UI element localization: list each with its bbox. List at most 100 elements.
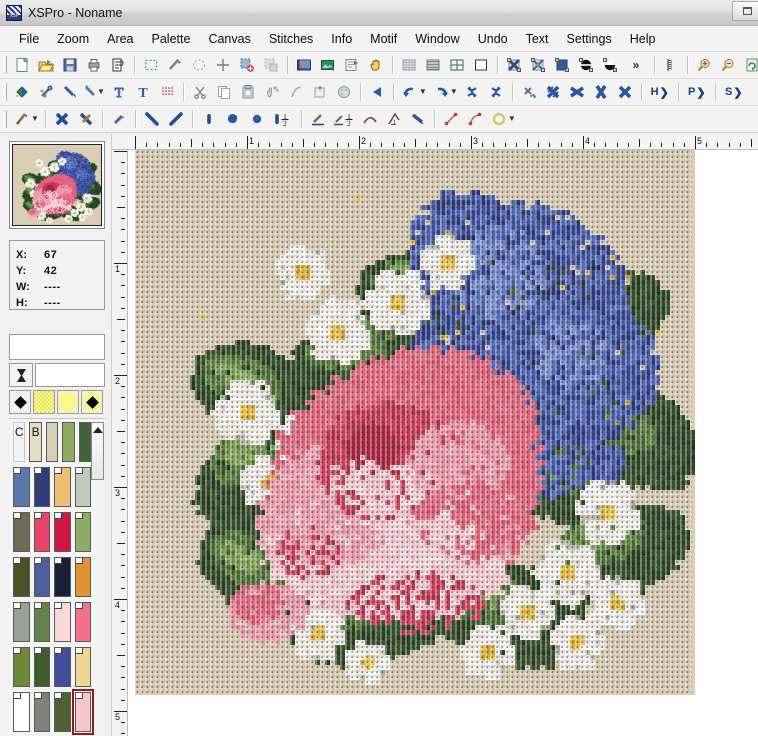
backstitch-left-icon[interactable] <box>140 108 164 131</box>
new-layer-icon[interactable] <box>308 81 332 104</box>
palette-swatch[interactable] <box>13 512 30 552</box>
menu-undo[interactable]: Undo <box>469 29 517 49</box>
half-cross-icon[interactable] <box>74 108 98 131</box>
pan-hand-icon[interactable] <box>364 54 388 77</box>
cross-stitch-wide-icon[interactable] <box>565 81 589 104</box>
toolbar-grip[interactable] <box>4 110 7 128</box>
checker-yellow-swatch[interactable] <box>33 390 55 414</box>
palette-swatch[interactable] <box>75 467 92 507</box>
palette-header-cell[interactable]: C <box>13 422 25 462</box>
stitch-canvas[interactable] <box>135 150 693 694</box>
hide-layer-button[interactable]: H ❯ <box>646 81 674 104</box>
palette-swatch[interactable] <box>75 647 92 687</box>
circle-split-icon[interactable] <box>598 54 622 77</box>
open-folder-icon[interactable] <box>34 54 58 77</box>
palette-swatch[interactable] <box>34 512 51 552</box>
paste-icon[interactable] <box>236 81 260 104</box>
select-ellipse-icon[interactable] <box>187 54 211 77</box>
menu-palette[interactable]: Palette <box>143 29 200 49</box>
cut-scissors-icon[interactable] <box>188 81 212 104</box>
text-bold-icon[interactable]: T <box>131 81 155 104</box>
symbol-grid-icon[interactable] <box>526 54 550 77</box>
palette-wheel-icon[interactable] <box>332 81 356 104</box>
grid-dense-icon[interactable] <box>421 54 445 77</box>
subtract-selection-icon[interactable] <box>259 54 283 77</box>
palette-swatch[interactable] <box>75 602 92 642</box>
new-document-icon[interactable] <box>10 54 34 77</box>
copy-icon[interactable] <box>212 81 236 104</box>
palette-scroll-up[interactable] <box>91 422 104 480</box>
palette-swatch[interactable] <box>75 557 92 597</box>
stitch-layer-button[interactable]: S ❯ <box>720 81 748 104</box>
palette-swatch[interactable] <box>34 647 51 687</box>
import-image-icon[interactable] <box>316 54 340 77</box>
zoom-in-icon[interactable] <box>692 54 716 77</box>
palette-swatch[interactable] <box>75 512 92 552</box>
pencil-tool-icon[interactable] <box>10 108 34 131</box>
color-swatch-list[interactable]: CB <box>9 418 105 736</box>
grid-coarse-icon[interactable] <box>445 54 469 77</box>
properties-icon[interactable] <box>340 54 364 77</box>
palette-swatch[interactable] <box>54 557 71 597</box>
select-freehand-icon[interactable] <box>163 54 187 77</box>
undo-arrow-icon[interactable] <box>398 81 422 104</box>
toolbar-grip[interactable] <box>4 83 7 101</box>
stitch-texture-icon[interactable] <box>155 81 179 104</box>
palette-swatch[interactable] <box>54 647 71 687</box>
long-stitch-icon[interactable] <box>406 108 430 131</box>
palette-swatch[interactable] <box>62 422 74 462</box>
book-pattern-icon[interactable] <box>292 54 316 77</box>
full-cross-icon[interactable] <box>50 108 74 131</box>
block-solid-icon[interactable] <box>550 54 574 77</box>
save-disk-icon[interactable] <box>58 54 82 77</box>
menu-file[interactable]: File <box>10 29 48 49</box>
palette-swatch[interactable] <box>13 467 30 507</box>
palette-name-field[interactable] <box>9 334 105 360</box>
palette-swatch[interactable] <box>13 692 30 732</box>
palette-swatch[interactable] <box>13 647 30 687</box>
straight-stitch-icon[interactable] <box>197 108 221 131</box>
paint-bucket-icon[interactable] <box>10 81 34 104</box>
menu-help[interactable]: Help <box>621 29 665 49</box>
restore-button[interactable] <box>732 1 758 21</box>
palette-swatch[interactable] <box>34 557 51 597</box>
quarter-stitch-icon[interactable] <box>107 108 131 131</box>
select-rectangle-icon[interactable] <box>139 54 163 77</box>
palette-swatch[interactable] <box>54 602 71 642</box>
redo-arrow-icon[interactable] <box>429 81 453 104</box>
ring-icon[interactable] <box>487 108 511 131</box>
half-circle-icon[interactable] <box>574 54 598 77</box>
menu-window[interactable]: Window <box>406 29 468 49</box>
backstitch-right-icon[interactable] <box>164 108 188 131</box>
palette-swatch[interactable] <box>54 692 71 732</box>
select-crosshair-icon[interactable] <box>211 54 235 77</box>
knot-add-icon[interactable] <box>484 81 508 104</box>
stitch-convert-icon[interactable] <box>517 81 541 104</box>
backstitch-half-icon[interactable]: 12 <box>330 108 358 131</box>
flip-horizontal-icon[interactable] <box>365 81 389 104</box>
palette-swatch[interactable] <box>34 602 51 642</box>
menu-zoom[interactable]: Zoom <box>48 29 98 49</box>
stitch-diagram-icon[interactable] <box>659 54 683 77</box>
add-selection-icon[interactable] <box>235 54 259 77</box>
palette-swatch[interactable] <box>34 467 51 507</box>
half-stitch-icon[interactable]: 12 <box>269 108 297 131</box>
diamond-symbol-icon[interactable] <box>9 390 31 414</box>
bead-icon[interactable] <box>245 108 269 131</box>
edit-curve-icon[interactable] <box>284 81 308 104</box>
menu-motif[interactable]: Motif <box>361 29 406 49</box>
canvas-viewport[interactable] <box>128 150 758 736</box>
menu-info[interactable]: Info <box>322 29 361 49</box>
angle-stitch-icon[interactable]: 1 <box>382 108 406 131</box>
curve-stitch-icon[interactable] <box>358 108 382 131</box>
overflow-chevrons[interactable]: » <box>622 54 650 77</box>
toolbar-grip[interactable] <box>4 56 7 74</box>
grid-none-icon[interactable] <box>469 54 493 77</box>
knot-remove-icon[interactable] <box>460 81 484 104</box>
bezier-line-icon[interactable] <box>439 108 463 131</box>
text-outline-icon[interactable]: T <box>107 81 131 104</box>
pattern-preview-thumbnail[interactable] <box>9 141 105 229</box>
cross-stitch-x-icon[interactable] <box>613 81 637 104</box>
hourglass-icon[interactable] <box>9 363 33 387</box>
palette-swatch[interactable] <box>54 467 71 507</box>
